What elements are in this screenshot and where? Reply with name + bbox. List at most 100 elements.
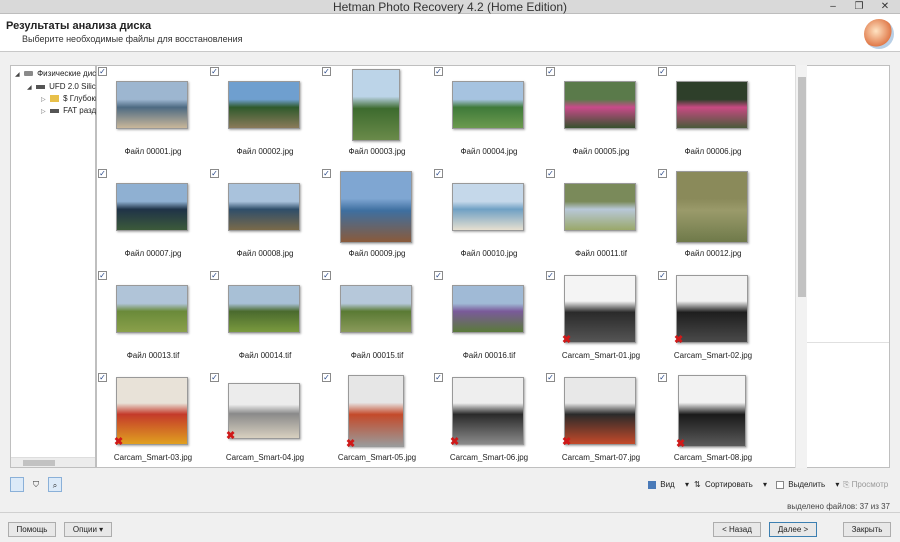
- file-tile[interactable]: ✓ Файл 00013.tif: [98, 271, 208, 373]
- file-thumbnail[interactable]: [452, 285, 524, 333]
- select-dropdown[interactable]: Выделить ▾: [776, 477, 839, 492]
- file-name: Файл 00008.jpg: [236, 249, 294, 258]
- file-checkbox[interactable]: ✓: [546, 373, 555, 382]
- file-checkbox[interactable]: ✓: [546, 271, 555, 280]
- options-button[interactable]: Опции ▾: [64, 522, 112, 537]
- file-tile[interactable]: ✓ ✖ Carcam_Smart-01.jpg: [546, 271, 656, 373]
- file-thumbnail[interactable]: [116, 285, 188, 333]
- file-tile[interactable]: ✓ Файл 00009.jpg: [322, 169, 432, 271]
- tree-item-ufd[interactable]: ◢ UFD 2.0 Silicon: [27, 82, 105, 91]
- close-button[interactable]: Закрыть: [843, 522, 891, 537]
- file-checkbox[interactable]: ✓: [658, 67, 667, 76]
- file-thumbnail[interactable]: [348, 375, 404, 447]
- file-checkbox[interactable]: ✓: [658, 271, 667, 280]
- expander-icon[interactable]: ◢: [27, 85, 32, 91]
- file-thumbnail[interactable]: [564, 377, 636, 445]
- file-tile[interactable]: ✓ ✖ Carcam_Smart-02.jpg: [658, 271, 768, 373]
- file-tile[interactable]: ✓ Файл 00004.jpg: [434, 67, 544, 169]
- file-thumbnail[interactable]: [352, 69, 400, 141]
- expander-icon[interactable]: ◢: [15, 72, 20, 78]
- file-checkbox[interactable]: ✓: [434, 373, 443, 382]
- minimize-button[interactable]: –: [820, 0, 846, 14]
- folder-view-icon[interactable]: [10, 477, 24, 492]
- file-tile[interactable]: ✓ Файл 00001.jpg: [98, 67, 208, 169]
- file-checkbox[interactable]: ✓: [210, 169, 219, 178]
- file-thumbnail[interactable]: [340, 171, 412, 243]
- tree-horizontal-scrollbar[interactable]: [11, 457, 95, 467]
- scrollbar-thumb[interactable]: [798, 77, 806, 297]
- maximize-button[interactable]: ❐: [846, 0, 872, 14]
- file-tile[interactable]: ✓ ✖ Carcam_Smart-06.jpg: [434, 373, 544, 467]
- file-checkbox[interactable]: ✓: [434, 271, 443, 280]
- scrollbar-thumb[interactable]: [23, 460, 55, 466]
- file-tile[interactable]: ✓ ✖ Carcam_Smart-07.jpg: [546, 373, 656, 467]
- file-tile[interactable]: ✓ Файл 00015.tif: [322, 271, 432, 373]
- file-thumbnail[interactable]: [228, 285, 300, 333]
- filter-icon[interactable]: ⛉: [30, 477, 42, 492]
- file-checkbox[interactable]: ✓: [98, 373, 107, 382]
- file-tile[interactable]: ✓ Файл 00003.jpg: [322, 67, 432, 169]
- file-checkbox[interactable]: ✓: [98, 67, 107, 76]
- file-thumbnail[interactable]: [564, 275, 636, 343]
- file-tile[interactable]: ✓ Файл 00014.tif: [210, 271, 320, 373]
- file-tile[interactable]: ✓ ✖ Carcam_Smart-03.jpg: [98, 373, 208, 467]
- preview-button[interactable]: ⎘ Просмотр: [843, 477, 888, 492]
- expander-icon[interactable]: ▷: [41, 109, 46, 115]
- file-checkbox[interactable]: ✓: [322, 169, 331, 178]
- file-thumbnail[interactable]: [676, 275, 748, 343]
- file-thumbnail[interactable]: [564, 81, 636, 129]
- file-checkbox[interactable]: ✓: [210, 373, 219, 382]
- file-checkbox[interactable]: ✓: [322, 373, 331, 382]
- tree-item-deep-scan[interactable]: ▷ $ Глубокий: [41, 94, 104, 103]
- file-tile[interactable]: ✓ ✖ Carcam_Smart-08.jpg: [658, 373, 768, 467]
- deleted-file-icon: ✖: [114, 436, 124, 448]
- file-checkbox[interactable]: ✓: [210, 271, 219, 280]
- file-checkbox[interactable]: ✓: [98, 271, 107, 280]
- expander-icon[interactable]: ▷: [41, 97, 46, 103]
- file-checkbox[interactable]: ✓: [658, 373, 667, 382]
- file-thumbnail[interactable]: [452, 183, 524, 231]
- file-tile[interactable]: ✓ Файл 00005.jpg: [546, 67, 656, 169]
- file-checkbox[interactable]: ✓: [434, 169, 443, 178]
- file-thumbnail[interactable]: [228, 383, 300, 439]
- file-checkbox[interactable]: ✓: [322, 67, 331, 76]
- tree-item-physical-disks[interactable]: ◢ Физические диски: [15, 69, 104, 78]
- file-tile[interactable]: ✓ Файл 00010.jpg: [434, 169, 544, 271]
- file-checkbox[interactable]: ✓: [322, 271, 331, 280]
- file-checkbox[interactable]: ✓: [434, 67, 443, 76]
- file-thumbnail[interactable]: [116, 183, 188, 231]
- file-checkbox[interactable]: ✓: [210, 67, 219, 76]
- next-button[interactable]: Далее >: [769, 522, 817, 537]
- file-thumbnail[interactable]: [564, 183, 636, 231]
- file-thumbnail[interactable]: [452, 377, 524, 445]
- file-checkbox[interactable]: ✓: [546, 169, 555, 178]
- file-tile[interactable]: ✓ Файл 00007.jpg: [98, 169, 208, 271]
- file-tile[interactable]: ✓ Файл 00008.jpg: [210, 169, 320, 271]
- file-thumbnail[interactable]: [116, 377, 188, 445]
- file-checkbox[interactable]: ✓: [658, 169, 667, 178]
- back-button[interactable]: < Назад: [713, 522, 761, 537]
- file-tile[interactable]: ✓ Файл 00016.tif: [434, 271, 544, 373]
- file-tile[interactable]: ✓ Файл 00002.jpg: [210, 67, 320, 169]
- grid-vertical-scrollbar[interactable]: [795, 65, 807, 468]
- close-window-button[interactable]: ✕: [872, 0, 898, 14]
- sort-dropdown[interactable]: ⇅ Сортировать ▾: [694, 477, 767, 492]
- help-button[interactable]: Помощь: [8, 522, 56, 537]
- file-thumbnail[interactable]: [228, 183, 300, 231]
- file-tile[interactable]: ✓ Файл 00006.jpg: [658, 67, 768, 169]
- file-thumbnail[interactable]: [452, 81, 524, 129]
- file-thumbnail[interactable]: [116, 81, 188, 129]
- file-tile[interactable]: ✓ ✖ Carcam_Smart-05.jpg: [322, 373, 432, 467]
- file-tile[interactable]: ✓ Файл 00012.jpg: [658, 169, 768, 271]
- file-thumbnail[interactable]: [678, 375, 746, 447]
- file-checkbox[interactable]: ✓: [98, 169, 107, 178]
- search-icon[interactable]: ⌕: [48, 477, 62, 492]
- file-thumbnail[interactable]: [228, 81, 300, 129]
- view-dropdown[interactable]: Вид ▾: [648, 477, 689, 492]
- file-checkbox[interactable]: ✓: [546, 67, 555, 76]
- file-thumbnail[interactable]: [676, 81, 748, 129]
- file-thumbnail[interactable]: [340, 285, 412, 333]
- file-tile[interactable]: ✓ ✖ Carcam_Smart-04.jpg: [210, 373, 320, 467]
- file-tile[interactable]: ✓ Файл 00011.tif: [546, 169, 656, 271]
- file-thumbnail[interactable]: [676, 171, 748, 243]
